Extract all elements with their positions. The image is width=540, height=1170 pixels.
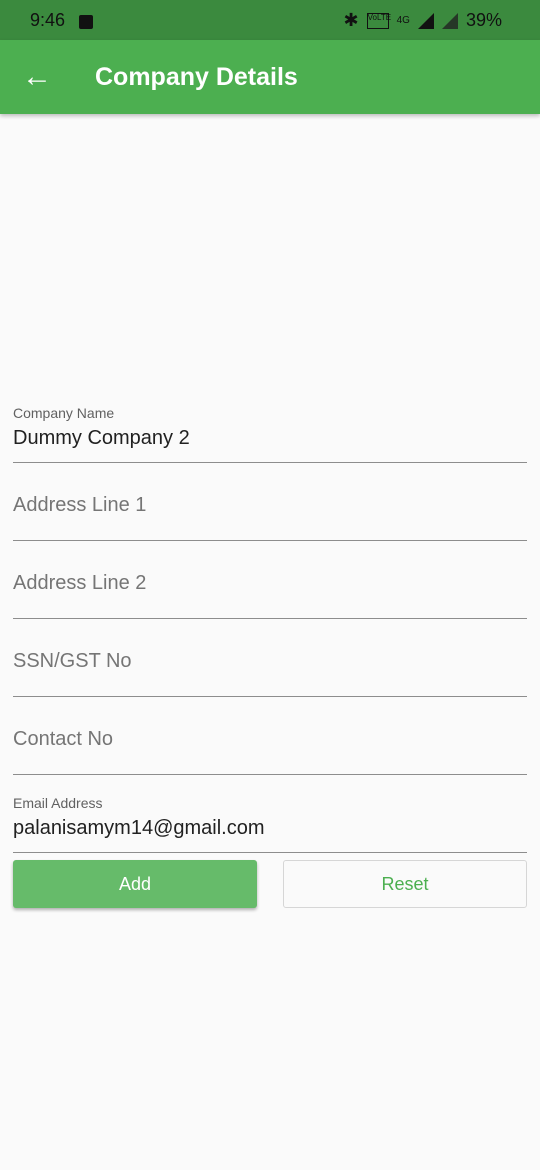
address-line-2-field[interactable]: Address Line 2 — [13, 541, 527, 619]
company-name-input[interactable]: Dummy Company 2 — [13, 427, 190, 450]
status-icons: ✱ VoLTE 4G 39% — [344, 10, 502, 31]
page-title: Company Details — [95, 63, 298, 91]
volte-icon: VoLTE — [366, 12, 391, 29]
add-button[interactable]: Add — [13, 860, 257, 908]
battery-percent: 39% — [465, 10, 502, 30]
email-input[interactable]: palanisamym14@gmail.com — [13, 817, 265, 840]
contact-no-input[interactable]: Contact No — [13, 728, 113, 751]
company-name-label: Company Name — [13, 405, 115, 421]
image-notification-icon — [79, 15, 93, 29]
arrow-back-icon[interactable]: ← — [22, 60, 52, 94]
address-line-1-field[interactable]: Address Line 1 — [13, 463, 527, 541]
contact-no-field[interactable]: Contact No — [13, 697, 527, 775]
email-field[interactable]: Email Address palanisamym14@gmail.com — [13, 775, 527, 853]
app-bar: ← Company Details — [0, 40, 540, 114]
network-type: 4G — [396, 15, 410, 26]
ssn-gst-field[interactable]: SSN/GST No — [13, 619, 527, 697]
email-label: Email Address — [13, 795, 103, 811]
reset-button[interactable]: Reset — [283, 860, 527, 908]
address-line-2-input[interactable]: Address Line 2 — [13, 572, 146, 595]
company-name-field[interactable]: Company Name Dummy Company 2 — [13, 385, 527, 463]
status-time: 9:46 — [30, 10, 66, 30]
signal-icon-2 — [441, 12, 458, 29]
ssn-gst-input[interactable]: SSN/GST No — [13, 650, 132, 673]
address-line-1-input[interactable]: Address Line 1 — [13, 494, 146, 517]
status-bar: 9:46 ✱ VoLTE 4G 39% — [0, 0, 540, 40]
form-buttons: Add Reset — [13, 860, 527, 908]
bluetooth-icon: ✱ — [343, 10, 359, 30]
signal-icon — [417, 12, 434, 29]
company-form: Company Name Dummy Company 2 Address Lin… — [13, 385, 527, 853]
